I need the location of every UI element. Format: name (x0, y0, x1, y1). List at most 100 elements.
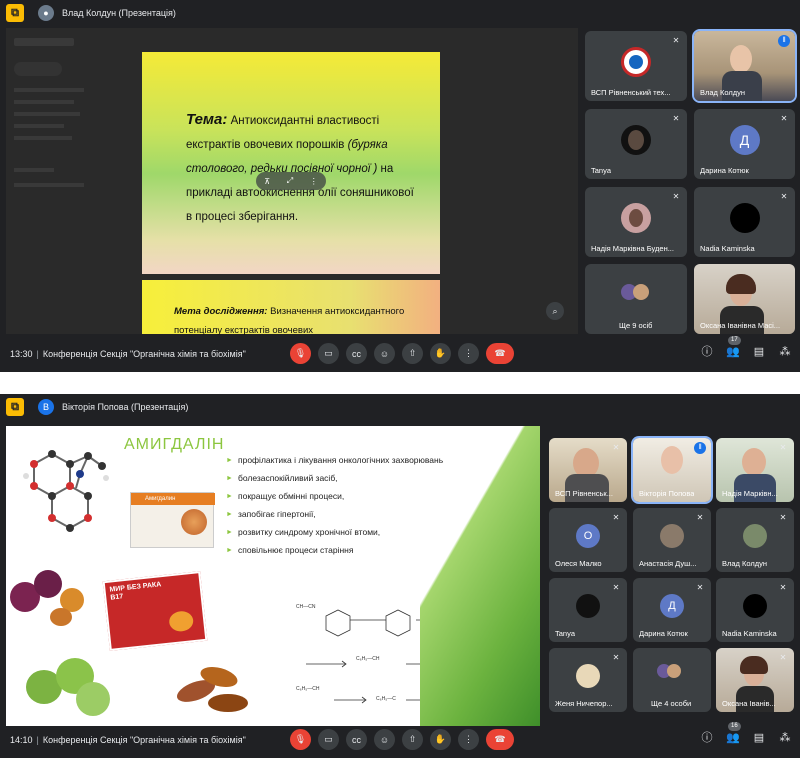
mic-off-icon: ✕ (779, 653, 787, 662)
almonds-image (170, 658, 260, 718)
book-image: МИР БЕЗ РАКА B17 (102, 571, 208, 651)
participant-tile[interactable]: ✕ Надія Марківна Буден... (585, 187, 687, 257)
participant-name: ВСП Рівненський тех... (591, 88, 671, 97)
call-controls: 🎙 ▭ cc ☺ ⇧ ✋ ⋮ ☎ (290, 343, 514, 364)
meeting-title: Конференція Секція "Органічна хімія та б… (42, 349, 246, 359)
chat-icon[interactable]: ▤ (752, 345, 766, 359)
participant-tile[interactable]: ✕ ВСП Рівненський тех... (585, 31, 687, 101)
participant-tile[interactable]: ✕ Nadia Kaminska (694, 187, 795, 257)
info-icon[interactable]: ⓘ (700, 345, 714, 359)
camera-icon[interactable]: ▭ (318, 729, 339, 750)
captions-icon[interactable]: cc (346, 343, 367, 364)
emoji-icon[interactable]: ☺ (374, 729, 395, 750)
participant-name: Женя Ничепор... (555, 699, 613, 708)
avatar: Д (729, 124, 760, 155)
raise-hand-icon[interactable]: ✋ (430, 343, 451, 364)
pin-icon[interactable]: ⊼ (264, 177, 270, 186)
meet-screen-2: ⧉ В Вікторія Попова (Презентація) АМИГДА… (0, 394, 800, 758)
avatar-initial: Д (739, 131, 750, 148)
present-icon[interactable]: ⇧ (402, 729, 423, 750)
mic-off-icon: ✕ (672, 114, 680, 123)
people-count: 16 (728, 722, 741, 731)
slide-amygdalin: АМИГДАЛІН профілактика і лікування онкол… (6, 426, 540, 726)
slide-controls-overlay[interactable]: ⊼ ⤢ ⋮ (256, 172, 326, 190)
activities-icon[interactable]: ⁂ (778, 345, 792, 359)
bullet-item: болезаспокійливий засіб, (226, 472, 446, 485)
present-icon[interactable]: ⧉ (6, 398, 24, 416)
people-icon[interactable]: 👥 17 (726, 336, 741, 359)
emoji-icon[interactable]: ☺ (374, 343, 395, 364)
bullet-item: сповільнює процеси старіння (226, 544, 446, 557)
more-icon[interactable]: ⋮ (458, 729, 479, 750)
book-title: МИР БЕЗ РАКА B17 (109, 581, 162, 602)
participant-tile[interactable]: ⦀ Вікторія Попова (631, 436, 713, 504)
participant-tile[interactable]: ✕ Влад Колдун (716, 508, 794, 572)
participant-name: Влад Колдун (722, 559, 768, 568)
avatar: Д (660, 594, 684, 619)
participant-name: Оксана Іванівна Масі... (700, 321, 781, 330)
avatar-initial: О (583, 530, 593, 543)
participant-tile[interactable]: Ще 9 осіб (585, 264, 687, 334)
avatar (621, 202, 651, 233)
participant-tile[interactable]: Ще 4 особи (633, 648, 711, 712)
info-icon[interactable]: ⓘ (700, 731, 714, 745)
participant-name: Олеся Малко (555, 559, 602, 568)
presenter-initial: В (42, 402, 49, 412)
svg-text:C₆H₅—CH: C₆H₅—CH (296, 686, 320, 692)
avatar (729, 202, 760, 233)
present-icon[interactable]: ⧉ (6, 4, 24, 22)
present-icon[interactable]: ⇧ (402, 343, 423, 364)
avatar-initial: Д (668, 600, 676, 613)
top-bar: ⧉ ● Влад Колдун (Презентація) (0, 0, 800, 26)
more-icon[interactable]: ⋮ (458, 343, 479, 364)
participant-tile[interactable]: ✕ Tanya (585, 109, 687, 179)
raise-hand-icon[interactable]: ✋ (430, 729, 451, 750)
people-icon[interactable]: 👥 16 (726, 722, 741, 745)
avatar (743, 524, 767, 549)
participant-tile[interactable]: ✕ Nadia Kaminska (716, 578, 794, 642)
participant-name: ВСП Рівненськ... (555, 489, 613, 498)
participant-tile[interactable]: ⦀ Влад Колдун (692, 29, 797, 103)
mic-off-icon: ✕ (780, 192, 788, 201)
participant-name: Ще 4 особи (651, 699, 692, 708)
participant-tile[interactable]: ✕ Надія Марківн... (716, 438, 794, 502)
participant-tile[interactable]: Д ✕ Дарина Котюк (694, 109, 795, 179)
participant-tile[interactable]: Оксана Іванівна Масі... (694, 264, 795, 334)
activities-icon[interactable]: ⁂ (778, 731, 792, 745)
zoom-icon[interactable]: ⌕ (546, 302, 564, 320)
participant-name: Надія Марківна Буден... (591, 244, 674, 253)
participant-tile[interactable]: ✕ Tanya (549, 578, 627, 642)
participant-tile[interactable]: ✕ Оксана Іванів... (716, 648, 794, 712)
participant-name: Tanya (555, 629, 576, 638)
presenter-title: Вікторія Попова (Презентація) (62, 402, 189, 412)
bullet-item: запобігає гіпертонії, (226, 508, 446, 521)
avatar (743, 594, 767, 619)
clock: 14:10 (10, 735, 33, 745)
avatar (621, 124, 651, 155)
camera-icon[interactable]: ▭ (318, 343, 339, 364)
participant-tile[interactable]: Д ✕ Дарина Котюк (633, 578, 711, 642)
side-controls: ⓘ 👥 17 ▤ ⁂ (700, 336, 792, 359)
participant-name: Вікторія Попова (639, 489, 695, 498)
avatar (660, 524, 684, 549)
participant-tile[interactable]: ✕ ВСП Рівненськ... (549, 438, 627, 502)
mic-off-icon[interactable]: 🎙 (290, 729, 311, 750)
mic-off-icon[interactable]: 🎙 (290, 343, 311, 364)
expand-icon[interactable]: ⤢ (287, 176, 293, 186)
participant-tile[interactable]: О ✕ Олеся Малко (549, 508, 627, 572)
apples-image (22, 652, 122, 722)
mic-off-icon: ✕ (696, 513, 704, 522)
participant-name: Ще 9 осіб (619, 321, 653, 330)
slide-topic: Тема: Антиоксидантні властивості екстрак… (142, 52, 440, 274)
more-icon[interactable]: ⋮ (310, 177, 318, 186)
mic-off-icon: ✕ (612, 443, 620, 452)
end-call-icon[interactable]: ☎ (486, 729, 514, 750)
participant-tile[interactable]: ✕ Анастасія Душ... (633, 508, 711, 572)
captions-icon[interactable]: cc (346, 729, 367, 750)
participant-tile[interactable]: ✕ Женя Ничепор... (549, 648, 627, 712)
chat-icon[interactable]: ▤ (752, 731, 766, 745)
mic-off-icon: ✕ (779, 583, 787, 592)
avatar (576, 664, 600, 689)
mic-off-icon: ✕ (780, 114, 788, 123)
end-call-icon[interactable]: ☎ (486, 343, 514, 364)
